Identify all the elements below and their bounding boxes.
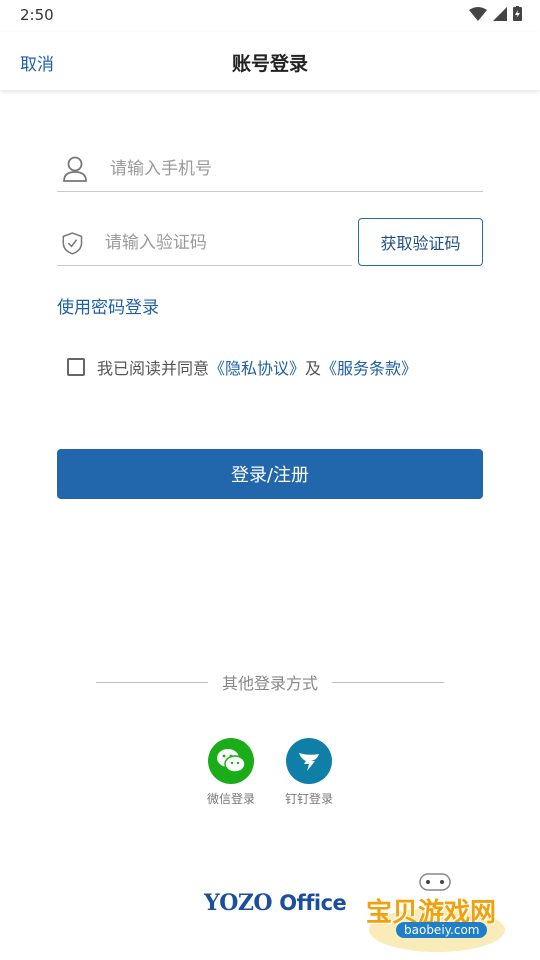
status-bar: 2:50 bbox=[0, 0, 540, 32]
agree-checkbox[interactable] bbox=[67, 358, 85, 376]
signal-icon bbox=[493, 6, 507, 21]
other-login-divider: 其他登录方式 bbox=[96, 670, 445, 694]
agreement-and: 及 bbox=[305, 359, 322, 378]
code-field bbox=[57, 220, 352, 266]
battery-icon bbox=[513, 6, 522, 21]
code-input[interactable] bbox=[102, 231, 352, 254]
status-time: 2:50 bbox=[20, 6, 54, 24]
shield-check-icon bbox=[62, 231, 83, 255]
status-icons bbox=[469, 6, 522, 21]
wechat-login-label: 微信登录 bbox=[206, 792, 255, 806]
privacy-policy-link[interactable]: 《隐私协议》 bbox=[209, 355, 305, 379]
wifi-icon bbox=[469, 6, 487, 21]
user-icon bbox=[63, 156, 87, 182]
login-register-button[interactable]: 登录/注册 bbox=[57, 449, 483, 499]
app-header: 取消 账号登录 bbox=[0, 32, 540, 90]
dingtalk-icon bbox=[286, 738, 332, 784]
dingtalk-login-label: 钉钉登录 bbox=[284, 792, 333, 806]
yozo-office-logo: YOZO Office bbox=[204, 890, 347, 916]
dingtalk-login-button[interactable]: 钉钉登录 bbox=[274, 738, 344, 807]
wechat-login-button[interactable]: 微信登录 bbox=[196, 738, 266, 807]
divider-line-right bbox=[332, 681, 445, 683]
watermark-url: baobeiy.com bbox=[396, 922, 488, 938]
agreement-row: 我已阅读并同意 《隐私协议》 及 《服务条款》 bbox=[67, 355, 417, 379]
brand-yozo: YOZO bbox=[204, 890, 273, 916]
password-login-link[interactable]: 使用密码登录 bbox=[57, 293, 159, 318]
page-title: 账号登录 bbox=[231, 53, 308, 75]
watermark: 宝贝游戏网 baobeiy.com bbox=[362, 870, 512, 955]
other-login-title: 其他登录方式 bbox=[222, 674, 319, 693]
divider-line-left bbox=[96, 681, 208, 683]
agreement-prefix: 我已阅读并同意 bbox=[97, 359, 210, 378]
phone-input[interactable] bbox=[108, 157, 408, 180]
wechat-icon bbox=[208, 738, 254, 784]
brand-office: Office bbox=[279, 891, 347, 915]
phone-field bbox=[57, 146, 483, 192]
get-code-button[interactable]: 获取验证码 bbox=[358, 218, 483, 266]
terms-of-service-link[interactable]: 《服务条款》 bbox=[321, 355, 417, 379]
